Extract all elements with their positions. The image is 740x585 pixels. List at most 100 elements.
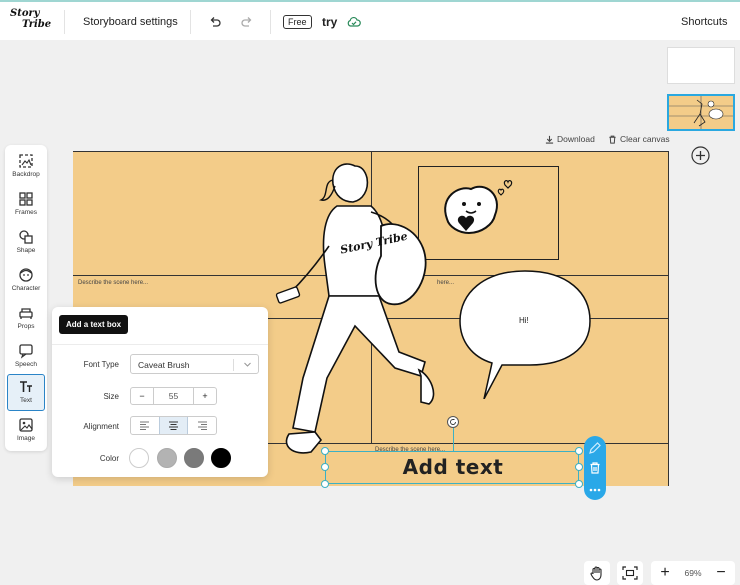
size-stepper: − 55 + xyxy=(130,387,217,405)
add-scene-button[interactable] xyxy=(691,146,710,165)
logo-line-2: Tribe xyxy=(22,19,52,30)
frame-border xyxy=(668,151,669,486)
tool-backdrop[interactable]: Backdrop xyxy=(7,149,45,185)
font-type-value: Caveat Brush xyxy=(138,360,190,370)
shortcuts-button[interactable]: Shortcuts xyxy=(681,16,727,28)
undo-icon[interactable] xyxy=(206,13,224,31)
clear-canvas-button[interactable]: Clear canvas xyxy=(608,134,670,144)
text-icon xyxy=(20,381,32,392)
text-box-selection[interactable]: Add text xyxy=(325,451,579,484)
align-left-icon xyxy=(140,421,150,430)
resize-handle[interactable] xyxy=(321,463,329,471)
scene-thumbnail-1[interactable] xyxy=(667,47,735,84)
tool-label: Character xyxy=(11,285,41,292)
align-right-button[interactable] xyxy=(188,417,216,434)
tool-props[interactable]: Props xyxy=(7,301,45,337)
size-decrease-button[interactable]: − xyxy=(131,388,154,404)
trash-icon xyxy=(590,462,600,474)
tool-text[interactable]: Text xyxy=(7,374,45,411)
divider xyxy=(233,359,234,371)
color-swatch-black[interactable] xyxy=(211,448,231,468)
resize-handle[interactable] xyxy=(321,480,329,488)
tool-label: Frames xyxy=(14,209,38,216)
resize-handle[interactable] xyxy=(575,480,583,488)
speech-bubble-text[interactable]: Hi! xyxy=(519,316,529,325)
divider xyxy=(270,10,271,34)
tools-sidebar: Backdrop Frames Shape Character Props Sp… xyxy=(5,145,47,451)
zoom-out-button[interactable]: − xyxy=(709,564,733,582)
top-bar: Story Tribe Storyboard settings Free try… xyxy=(0,0,740,40)
tool-speech[interactable]: Speech xyxy=(7,339,45,375)
download-button[interactable]: Download xyxy=(545,134,595,144)
speech-icon xyxy=(19,344,33,359)
add-text-box-button[interactable]: Add a text box xyxy=(59,315,129,334)
divider xyxy=(64,10,65,34)
more-button[interactable] xyxy=(588,482,602,500)
align-center-button[interactable] xyxy=(158,417,189,434)
frames-icon xyxy=(19,192,33,206)
element-action-bar xyxy=(584,436,606,500)
zoom-in-button[interactable]: + xyxy=(653,564,677,582)
scene-description[interactable]: Describe the scene here... xyxy=(78,280,148,286)
alignment-label: Alignment xyxy=(83,422,119,431)
size-increase-button[interactable]: + xyxy=(193,388,216,404)
size-label: Size xyxy=(103,392,119,401)
tool-image[interactable]: Image xyxy=(7,413,45,449)
rotate-icon xyxy=(450,419,456,425)
pan-tool-button[interactable] xyxy=(584,561,610,585)
tool-label: Speech xyxy=(14,361,38,368)
fit-to-screen-button[interactable] xyxy=(617,561,643,585)
resize-handle[interactable] xyxy=(575,463,583,471)
divider xyxy=(190,10,191,34)
chevron-down-icon xyxy=(244,362,251,367)
logo-line-1: Story xyxy=(10,8,40,19)
font-type-label: Font Type xyxy=(83,360,119,369)
tool-label: Props xyxy=(17,323,35,330)
tool-character[interactable]: Character xyxy=(7,263,45,299)
cloud-check-icon xyxy=(345,13,363,31)
color-swatch-white[interactable] xyxy=(129,448,149,468)
storyboard-settings-button[interactable]: Storyboard settings xyxy=(83,16,178,28)
app-logo[interactable]: Story Tribe xyxy=(10,8,52,36)
image-icon xyxy=(19,418,33,432)
props-icon xyxy=(19,308,33,319)
align-right-icon xyxy=(197,421,207,430)
delete-button[interactable] xyxy=(588,461,602,480)
rotate-handle[interactable] xyxy=(447,416,459,428)
thumbnail-preview xyxy=(669,96,733,129)
color-swatch-light-gray[interactable] xyxy=(157,448,177,468)
speech-bubble[interactable] xyxy=(458,269,593,399)
redo-icon[interactable] xyxy=(238,13,256,31)
divider xyxy=(52,344,268,345)
scene-thumbnail-2[interactable] xyxy=(667,94,735,131)
download-icon xyxy=(545,135,554,144)
text-box-content[interactable]: Add text xyxy=(326,452,580,483)
tool-label: Shape xyxy=(16,247,36,254)
trash-icon xyxy=(609,135,616,144)
plus-circle-icon xyxy=(691,146,710,165)
tool-frames[interactable]: Frames xyxy=(7,187,45,223)
align-center-icon xyxy=(169,421,178,430)
edit-button[interactable] xyxy=(588,441,602,460)
rotate-connector xyxy=(453,428,454,451)
size-input[interactable]: 55 xyxy=(154,388,193,404)
font-type-select[interactable]: Caveat Brush xyxy=(130,354,259,374)
character-icon xyxy=(19,268,33,282)
zoom-level: 69% xyxy=(684,568,702,578)
more-dots-icon xyxy=(589,488,601,492)
backdrop-icon xyxy=(19,154,33,168)
color-label: Color xyxy=(99,454,119,463)
walking-girl-character[interactable]: Story Tribe xyxy=(263,156,453,466)
text-options-panel: Add a text box Font Type Caveat Brush Si… xyxy=(52,307,268,477)
resize-handle[interactable] xyxy=(575,447,583,455)
align-left-button[interactable] xyxy=(131,417,159,434)
hand-icon xyxy=(590,566,602,581)
project-name[interactable]: try xyxy=(322,15,337,29)
tool-shape[interactable]: Shape xyxy=(7,225,45,261)
tool-label: Image xyxy=(16,435,36,442)
plan-badge: Free xyxy=(283,15,312,29)
clear-canvas-label: Clear canvas xyxy=(620,134,670,144)
resize-handle[interactable] xyxy=(321,447,329,455)
color-swatch-dark-gray[interactable] xyxy=(184,448,204,468)
tool-label: Text xyxy=(20,397,32,404)
